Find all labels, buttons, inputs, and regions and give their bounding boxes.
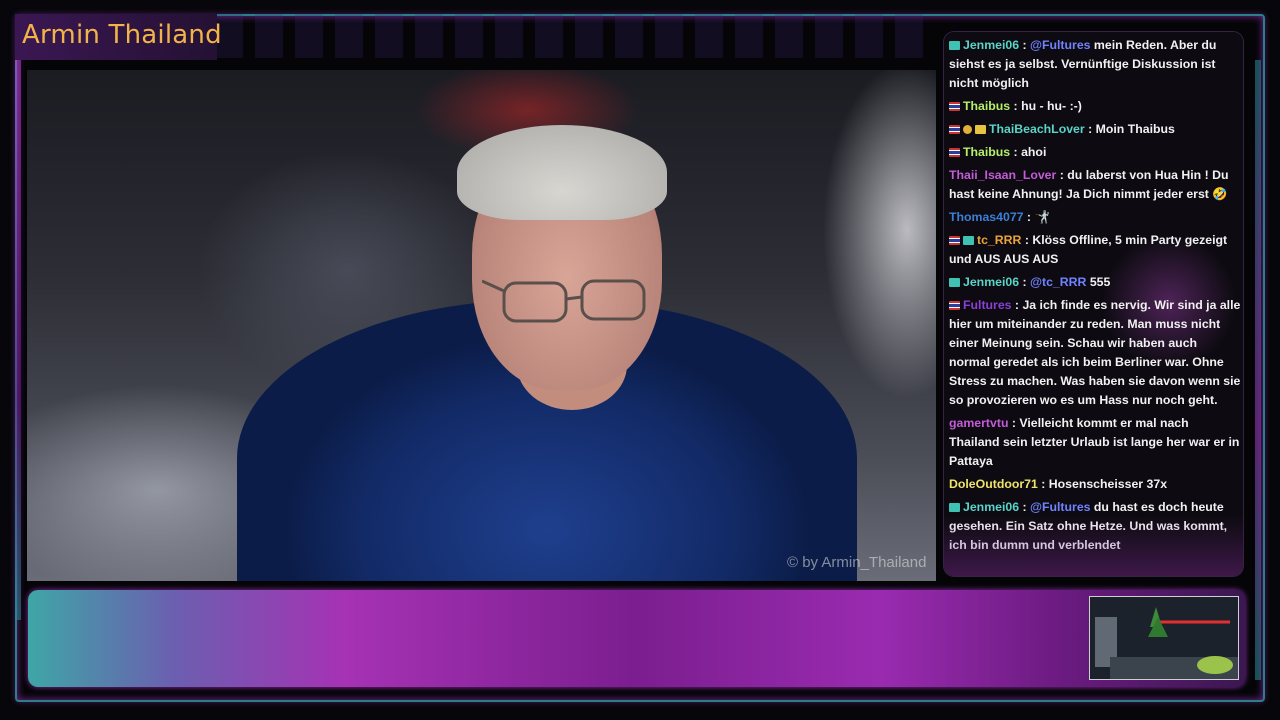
chat-message: gamertvtu : Vielleicht kommt er mal nach…	[949, 414, 1241, 471]
chat-message: DoleOutdoor71 : Hosenscheisser 37x	[949, 475, 1241, 494]
chat-message: ThaiBeachLover : Moin Thaibus	[949, 120, 1241, 139]
chat-message: Fultures : Ja ich finde es nervig. Wir s…	[949, 296, 1241, 410]
webcam-video: © by Armin_Thailand	[27, 70, 936, 581]
chat-username[interactable]: gamertvtu	[949, 416, 1008, 430]
secondary-camera-thumbnail	[1089, 596, 1239, 680]
thai-flag-badge-icon	[949, 102, 960, 112]
frame-decoration-stripes	[215, 14, 935, 58]
chat-message: Jenmei06 : @Fultures mein Reden. Aber du…	[949, 36, 1241, 93]
chat-separator: :	[1023, 210, 1035, 224]
glasses-icon	[482, 279, 646, 323]
chat-separator: :	[1021, 233, 1033, 247]
thai-flag-badge-icon	[949, 236, 960, 246]
chat-separator: :	[1019, 38, 1030, 52]
chat-message: Thomas4077 : 🤺	[949, 208, 1241, 227]
chat-separator: :	[1011, 298, 1023, 312]
subscriber-badge-icon	[949, 278, 960, 288]
subscriber-badge-icon	[949, 503, 960, 513]
chat-message-text: 555	[1086, 275, 1111, 289]
chat-username[interactable]: Fultures	[963, 298, 1012, 312]
thai-flag-badge-icon	[949, 301, 960, 311]
chat-panel[interactable]: ...Jenmei06 : @Fultures mein Reden. Aber…	[944, 32, 1243, 576]
chat-username[interactable]: Thaii_Isaan_Lover	[949, 168, 1056, 182]
chat-message-text: Ja ich finde es nervig. Wir sind ja alle…	[949, 298, 1241, 407]
chat-separator: :	[1084, 122, 1096, 136]
chat-separator: :	[1056, 168, 1068, 182]
chat-username[interactable]: DoleOutdoor71	[949, 477, 1038, 491]
crown-badge-icon	[975, 125, 986, 135]
chat-message-text: hu - hu- :-)	[1021, 99, 1082, 113]
chat-mention[interactable]: @tc_RRR	[1030, 275, 1086, 289]
chat-separator: :	[1010, 145, 1022, 159]
chat-message-text: 🤺	[1034, 210, 1050, 224]
chat-separator: :	[1019, 275, 1030, 289]
chat-separator: :	[1010, 99, 1022, 113]
chat-message: tc_RRR : Klöss Offline, 5 min Party geze…	[949, 231, 1241, 269]
chat-message: Thaii_Isaan_Lover : du laberst von Hua H…	[949, 166, 1241, 204]
chat-username[interactable]: Jenmei06	[963, 500, 1019, 514]
chat-username[interactable]: ThaiBeachLover	[989, 122, 1085, 136]
bottom-banner	[28, 590, 1245, 687]
stream-title: Armin Thailand	[22, 20, 222, 50]
chat-message-list[interactable]: ...Jenmei06 : @Fultures mein Reden. Aber…	[949, 32, 1241, 559]
frame-glow-left	[15, 60, 21, 620]
chat-separator: :	[1037, 477, 1049, 491]
chat-username[interactable]: tc_RRR	[977, 233, 1021, 247]
thai-flag-badge-icon	[949, 148, 960, 158]
chat-mention[interactable]: @Fultures	[1030, 500, 1091, 514]
chat-message-text: Hosenscheisser 37x	[1048, 477, 1168, 491]
frame-glow-right	[1255, 60, 1261, 680]
subscriber-badge-icon	[963, 236, 974, 246]
chat-message: Thaibus : ahoi	[949, 143, 1241, 162]
chat-username[interactable]: Jenmei06	[963, 275, 1019, 289]
chat-separator: :	[1019, 500, 1030, 514]
chat-username[interactable]: Thaibus	[963, 145, 1010, 159]
chat-separator: :	[1008, 416, 1020, 430]
chat-username[interactable]: Thaibus	[963, 99, 1010, 113]
chat-username[interactable]: Thomas4077	[949, 210, 1024, 224]
streamer-hair	[457, 125, 667, 220]
camera-scene-icon	[1090, 597, 1238, 679]
thai-flag-badge-icon	[949, 125, 960, 135]
chat-message-text: Moin Thaibus	[1095, 122, 1175, 136]
chat-message: Thaibus : hu - hu- :-)	[949, 97, 1241, 116]
gold-coin-badge-icon	[963, 125, 972, 135]
subscriber-badge-icon	[949, 41, 960, 51]
watermark-text: © by Armin_Thailand	[787, 554, 927, 571]
chat-message-text: ahoi	[1021, 145, 1047, 159]
chat-message: Jenmei06 : @Fultures du hast es doch heu…	[949, 498, 1241, 555]
chat-message: Jenmei06 : @tc_RRR 555	[949, 273, 1241, 292]
chat-mention[interactable]: @Fultures	[1030, 38, 1091, 52]
chat-username[interactable]: Jenmei06	[963, 38, 1019, 52]
